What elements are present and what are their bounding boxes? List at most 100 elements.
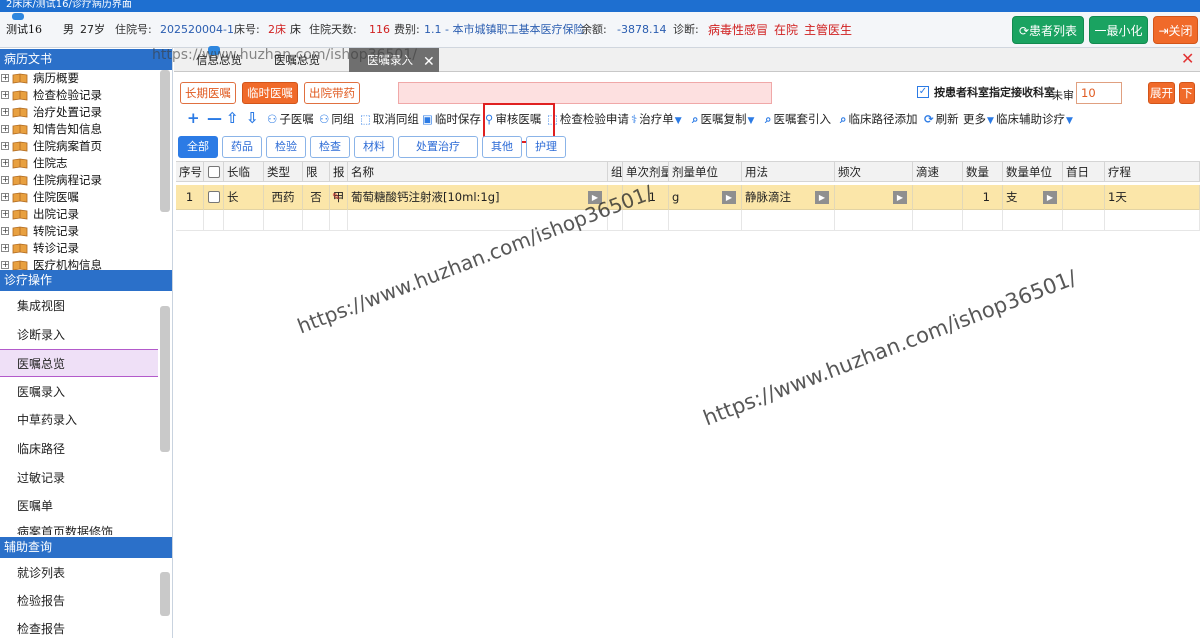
treatment-sheet-button[interactable]: ⚕ 治疗单▼ bbox=[631, 110, 682, 128]
column-header[interactable]: 首日 bbox=[1063, 161, 1105, 182]
picker-play-icon[interactable]: ▶ bbox=[893, 191, 907, 204]
table-cell[interactable] bbox=[1063, 185, 1105, 210]
column-header[interactable]: 剂量单位 bbox=[669, 161, 742, 182]
filter-tab-exam[interactable]: 检查 bbox=[310, 136, 350, 158]
pathway-add-button[interactable]: ⌕ 临床路径添加 bbox=[840, 110, 917, 128]
table-cell[interactable] bbox=[608, 185, 623, 210]
expand-button[interactable]: 展开 bbox=[1148, 82, 1175, 104]
table-cell[interactable]: 1天 bbox=[1105, 185, 1200, 210]
select-all-checkbox[interactable] bbox=[208, 166, 220, 178]
patient-list-button[interactable]: ⟳患者列表 bbox=[1012, 16, 1084, 44]
table-cell[interactable]: 长 bbox=[224, 185, 264, 210]
ops-nav-item[interactable]: 集成视图 bbox=[0, 292, 158, 320]
expand-icon[interactable]: + bbox=[1, 159, 9, 167]
ops-scrollbar[interactable] bbox=[160, 306, 170, 452]
expand-icon[interactable]: + bbox=[1, 108, 9, 116]
assist-scrollbar[interactable] bbox=[160, 572, 170, 616]
filter-tab-other[interactable]: 其他 bbox=[482, 136, 522, 158]
expand-icon[interactable]: + bbox=[1, 193, 9, 201]
column-header[interactable]: 用法 bbox=[742, 161, 835, 182]
long-term-order-button[interactable]: 长期医嘱 bbox=[180, 82, 236, 104]
tab-close-icon[interactable]: ✕ bbox=[423, 50, 435, 74]
add-icon[interactable]: + bbox=[187, 108, 200, 128]
column-header[interactable]: 序号 bbox=[176, 161, 204, 182]
column-header[interactable]: 疗程 bbox=[1105, 161, 1200, 182]
arrow-down-icon[interactable]: ⇩ bbox=[246, 108, 259, 128]
tab-order-entry[interactable]: 医嘱录入 ✕ bbox=[349, 48, 439, 72]
remove-icon[interactable]: — bbox=[207, 108, 222, 128]
column-header[interactable]: 滴速 bbox=[913, 161, 963, 182]
expand-icon[interactable]: + bbox=[1, 125, 9, 133]
order-set-button[interactable]: ⌕ 医嘱套引入 bbox=[765, 110, 831, 128]
expand-icon[interactable]: + bbox=[1, 74, 9, 82]
picker-play-icon[interactable]: ▶ bbox=[722, 191, 736, 204]
tab-order-overview[interactable]: 医嘱总览 bbox=[266, 48, 328, 72]
assist-nav-item[interactable]: 检查报告 bbox=[0, 615, 158, 643]
expand-icon[interactable]: + bbox=[1, 91, 9, 99]
ops-nav-item[interactable]: 医嘱录入 bbox=[0, 378, 158, 406]
expand-icon[interactable]: + bbox=[1, 142, 9, 150]
clinical-assist-button[interactable]: 临床辅助诊疗▼ bbox=[996, 110, 1073, 128]
filter-tab-nursing[interactable]: 护理 bbox=[526, 136, 566, 158]
column-header[interactable]: 长临 bbox=[224, 161, 264, 182]
temp-save-button[interactable]: ▣ 临时保存 bbox=[422, 110, 481, 128]
column-header[interactable]: 数量单位 bbox=[1003, 161, 1063, 182]
column-header[interactable]: 数量 bbox=[963, 161, 1003, 182]
temporary-order-button[interactable]: 临时医嘱 bbox=[242, 82, 298, 104]
column-header[interactable]: 单次剂量 bbox=[623, 161, 669, 182]
ops-nav-item[interactable]: 医嘱总览 bbox=[0, 349, 158, 378]
picker-play-icon[interactable]: ▶ bbox=[588, 191, 602, 204]
minimize-button[interactable]: 一最小化 bbox=[1089, 16, 1148, 44]
assist-nav-item[interactable]: 检验报告 bbox=[0, 587, 158, 615]
ops-nav-item[interactable]: 医嘱单 bbox=[0, 492, 158, 520]
dept-checkbox[interactable]: ✓ bbox=[917, 86, 929, 98]
column-header[interactable]: 组 bbox=[608, 161, 623, 182]
filter-tab-treatment[interactable]: 处置治疗 bbox=[398, 136, 478, 158]
refresh-button[interactable]: ⟳ 刷新 bbox=[924, 110, 959, 128]
lab-request-button[interactable]: ⬚ 检查检验申请 bbox=[547, 110, 629, 128]
ops-nav-item[interactable]: 过敏记录 bbox=[0, 464, 158, 492]
tree-scrollbar[interactable] bbox=[160, 70, 170, 212]
ops-nav-item[interactable]: 临床路径 bbox=[0, 435, 158, 463]
picker-play-icon[interactable]: ▶ bbox=[1043, 191, 1057, 204]
table-cell[interactable]: 1 bbox=[176, 185, 204, 210]
column-header[interactable]: 类型 bbox=[264, 161, 303, 182]
assist-nav-item[interactable]: 就诊列表 bbox=[0, 559, 158, 587]
column-header[interactable]: 名称 bbox=[348, 161, 608, 182]
table-cell[interactable]: 否 bbox=[303, 185, 330, 210]
filter-tab-drugs[interactable]: 药品 bbox=[222, 136, 262, 158]
column-header[interactable]: 频次 bbox=[835, 161, 913, 182]
ops-nav-item[interactable]: 中草药录入 bbox=[0, 406, 158, 434]
cancel-group-button[interactable]: ⬚ 取消同组 bbox=[360, 110, 419, 128]
ops-nav-item[interactable]: 诊断录入 bbox=[0, 321, 158, 349]
picker-play-icon[interactable]: ▶ bbox=[815, 191, 829, 204]
table-cell[interactable]: 支 ▶ bbox=[1003, 185, 1063, 210]
close-button[interactable]: ⇥关闭 bbox=[1153, 16, 1198, 44]
table-cell[interactable]: g ▶ bbox=[669, 185, 742, 210]
column-header[interactable] bbox=[204, 161, 224, 182]
table-cell[interactable]: 1 bbox=[963, 185, 1003, 210]
table-cell[interactable] bbox=[913, 185, 963, 210]
ops-nav-item[interactable]: 病案首页数据修饰 bbox=[0, 521, 158, 535]
filter-tab-all[interactable]: 全部 bbox=[178, 136, 218, 158]
panel-close-icon[interactable]: ✕ bbox=[1181, 50, 1194, 68]
order-copy-button[interactable]: ⌕ 医嘱复制▼ bbox=[692, 110, 754, 128]
expand-icon[interactable]: + bbox=[1, 227, 9, 235]
filter-tab-lab[interactable]: 检验 bbox=[266, 136, 306, 158]
expand-icon[interactable]: + bbox=[1, 176, 9, 184]
sub-order-button[interactable]: ⚇ 子医嘱 bbox=[267, 110, 314, 128]
table-cell[interactable]: 葡萄糖酸钙注射液[10ml:1g] ✎ ▶ bbox=[332, 185, 608, 210]
filter-tab-material[interactable]: 材料 bbox=[354, 136, 394, 158]
more-button[interactable]: 更多▼ bbox=[963, 110, 994, 128]
table-cell[interactable]: 西药 bbox=[264, 185, 303, 210]
expand-icon[interactable]: + bbox=[1, 261, 9, 269]
table-cell[interactable]: 1 bbox=[623, 185, 669, 210]
column-header[interactable]: 报 bbox=[330, 161, 348, 182]
arrow-up-icon[interactable]: ⇧ bbox=[226, 108, 239, 128]
column-header[interactable]: 限 bbox=[303, 161, 330, 182]
same-group-button[interactable]: ⚇ 同组 bbox=[319, 110, 354, 128]
table-cell[interactable]: ▶ bbox=[835, 185, 913, 210]
table-cell[interactable]: 静脉滴注 ▶ bbox=[742, 185, 835, 210]
row-checkbox[interactable] bbox=[208, 191, 220, 203]
table-cell[interactable] bbox=[204, 185, 224, 210]
